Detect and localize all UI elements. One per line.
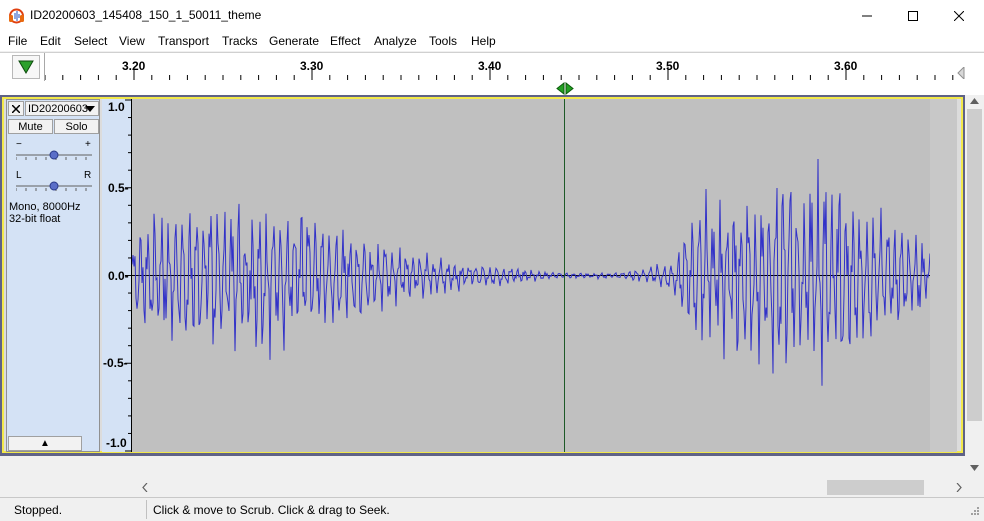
ruler-ticks — [45, 67, 954, 80]
track-name: ID20200603 — [28, 102, 88, 115]
ruler-label: 3.50 — [656, 59, 680, 73]
menu-file[interactable]: File — [8, 34, 27, 48]
status-hint: Click & move to Scrub. Click & drag to S… — [153, 503, 390, 517]
menu-tracks[interactable]: Tracks — [222, 34, 258, 48]
play-triangle-icon — [18, 60, 34, 74]
menu-generate[interactable]: Generate — [269, 34, 319, 48]
track-empty-area — [930, 99, 957, 452]
window-title: ID20200603_145408_150_1_50011_theme — [30, 8, 262, 22]
menu-view[interactable]: View — [119, 34, 145, 48]
close-button[interactable] — [936, 0, 982, 31]
track-rate: Mono, 8000Hz — [9, 201, 81, 213]
track-bit-depth: 32-bit float — [9, 213, 61, 225]
menu-effect[interactable]: Effect — [330, 34, 360, 48]
scroll-down-icon[interactable] — [970, 465, 979, 471]
vertical-scrollbar[interactable] — [965, 95, 984, 478]
menu-select[interactable]: Select — [74, 34, 107, 48]
status-bar: Stopped. Click & move to Scrub. Click & … — [0, 497, 984, 521]
horizontal-scroll-thumb[interactable] — [827, 480, 924, 495]
ruler-end-arrow-icon — [957, 67, 965, 79]
solo-label: Solo — [65, 120, 88, 133]
menu-edit[interactable]: Edit — [40, 34, 61, 48]
scroll-right-icon[interactable] — [956, 483, 962, 492]
scroll-up-icon[interactable] — [970, 98, 979, 104]
collapse-icon: ▲ — [40, 438, 50, 449]
vertical-scroll-thumb[interactable] — [967, 109, 982, 421]
minimize-button[interactable] — [844, 0, 890, 31]
menu-bar: File Edit Select View Transport Tracks G… — [0, 31, 984, 51]
dropdown-arrow-icon — [85, 106, 95, 112]
mute-label: Mute — [18, 120, 43, 133]
menu-tools[interactable]: Tools — [429, 34, 457, 48]
track-format-info: Mono, 8000Hz 32-bit float — [9, 201, 81, 225]
close-icon — [954, 10, 964, 21]
resize-grip-icon[interactable] — [968, 506, 980, 518]
scale-ticks — [125, 99, 131, 452]
menu-analyze[interactable]: Analyze — [374, 34, 417, 48]
gain-slider[interactable] — [16, 149, 92, 161]
mute-button[interactable]: Mute — [8, 119, 53, 134]
maximize-button[interactable] — [890, 0, 936, 31]
scroll-left-icon[interactable] — [142, 483, 148, 492]
ruler-label: 3.40 — [478, 59, 502, 73]
collapse-track-button[interactable]: ▲ — [8, 436, 82, 451]
minimize-icon — [862, 15, 872, 16]
timeline-ruler[interactable]: 3.20 3.30 3.40 3.50 3.60 — [0, 52, 984, 95]
pan-slider[interactable] — [16, 180, 92, 192]
menu-help[interactable]: Help — [471, 34, 496, 48]
maximize-icon — [908, 10, 918, 21]
play-head-button[interactable] — [12, 55, 40, 79]
solo-button[interactable]: Solo — [54, 119, 99, 134]
vertical-scale[interactable]: 1.0 0.5- 0.0- -0.5- -1.0 — [102, 99, 132, 452]
audacity-icon — [9, 8, 24, 24]
ruler-label: 3.30 — [300, 59, 324, 73]
track-name-menu[interactable]: ID20200603 — [25, 101, 99, 116]
track-close-button[interactable] — [8, 101, 24, 116]
track-control-panel: ID20200603 Mute Solo − + L R Mono, 8000H… — [6, 99, 100, 452]
horizontal-scrollbar[interactable] — [132, 478, 984, 497]
play-position-marker-icon[interactable] — [556, 82, 574, 95]
waveform-canvas[interactable] — [132, 99, 930, 452]
ruler-label: 3.20 — [122, 59, 146, 73]
status-divider — [146, 500, 147, 519]
ruler-strip[interactable]: 3.20 3.30 3.40 3.50 3.60 — [44, 53, 957, 81]
close-icon — [12, 104, 20, 113]
title-bar: ID20200603_145408_150_1_50011_theme — [0, 0, 984, 31]
menu-transport[interactable]: Transport — [158, 34, 209, 48]
status-state: Stopped. — [14, 503, 63, 517]
ruler-label: 3.60 — [834, 59, 858, 73]
